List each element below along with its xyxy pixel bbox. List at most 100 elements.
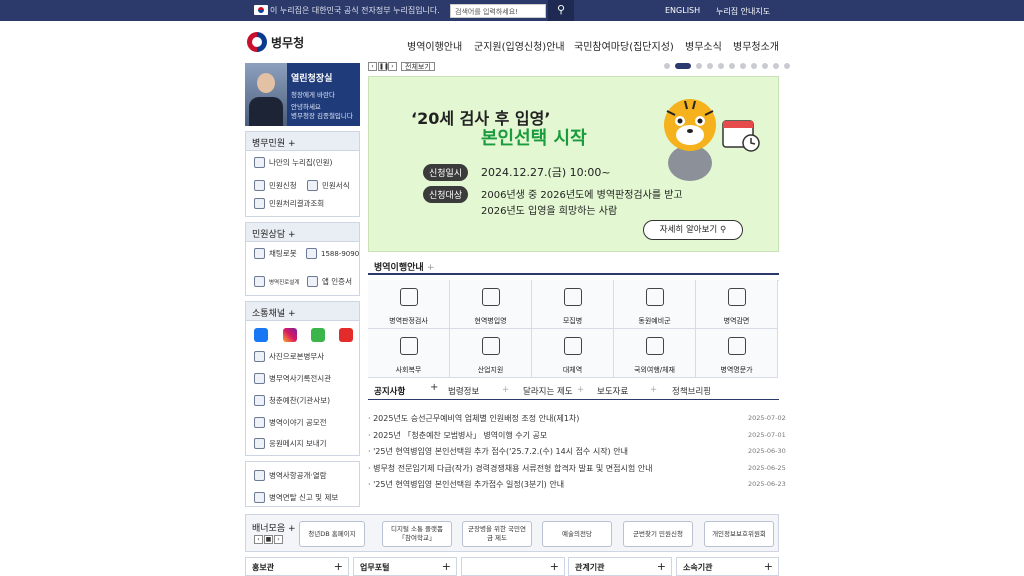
- slide-dot[interactable]: [696, 63, 702, 69]
- banner-item[interactable]: 디지털 소통 플랫폼 「참여학교」: [382, 521, 452, 547]
- service-grid-item[interactable]: 대체역: [532, 329, 614, 378]
- footer-group-related[interactable]: 관계기관 +: [568, 557, 672, 576]
- tab-press[interactable]: 보도자료: [597, 385, 628, 397]
- photo-history-link[interactable]: 사진으로본병무사: [254, 351, 324, 362]
- forms-link[interactable]: 민원서식: [307, 180, 350, 191]
- footer-group-misc[interactable]: +: [461, 557, 565, 576]
- service-grid-item[interactable]: 국외여행/체재: [614, 329, 696, 378]
- slide-dot[interactable]: [784, 63, 790, 69]
- career-link[interactable]: 병역진로설계: [254, 276, 299, 287]
- main-banner[interactable]: ‘20세 검사 후 입영’ 본인선택 시작 신청일시 2024.12.27.(금…: [368, 76, 779, 252]
- tab-policy[interactable]: 정책브리핑: [672, 385, 711, 397]
- ceo-request-link[interactable]: 청장에게 바란다: [291, 89, 335, 99]
- notice-item[interactable]: · '25년 현역병입영 본인선택원 추가접수 일정(3분기) 안내: [368, 479, 564, 490]
- service-grid-item[interactable]: 병역감면: [696, 280, 778, 329]
- apply-link[interactable]: 민원신청: [254, 180, 297, 191]
- service-grid-item[interactable]: 동원예비군: [614, 280, 696, 329]
- document-icon: [254, 180, 265, 191]
- blog-icon[interactable]: [311, 328, 325, 342]
- gov-topbar: 이 누리집은 대한민국 공식 전자정부 누리집입니다. 검색어를 입력하세요! …: [0, 0, 1024, 21]
- slide-dot[interactable]: [718, 63, 724, 69]
- search-input[interactable]: 검색어를 입력하세요!: [450, 4, 546, 18]
- channel-more-icon[interactable]: +: [288, 309, 296, 319]
- soldier-icon: [564, 288, 582, 306]
- english-link[interactable]: ENGLISH: [665, 6, 700, 15]
- cheer-message-link[interactable]: 응원메시지 보내기: [254, 438, 327, 449]
- tab-law[interactable]: 법령정보: [448, 385, 479, 397]
- service-grid-item[interactable]: 현역병입영: [450, 280, 532, 329]
- magazine-link[interactable]: 청춘예찬(기관사보): [254, 395, 330, 406]
- footer-group-pr[interactable]: 홍보관 +: [245, 557, 349, 576]
- phone-link[interactable]: 1588-9090: [306, 248, 359, 259]
- slide-dot[interactable]: [675, 63, 691, 69]
- uniform-icon: [482, 288, 500, 306]
- consult-title: 민원상담: [252, 230, 286, 240]
- tab-changes[interactable]: 달라지는 제도: [523, 385, 573, 397]
- prev-slide-button[interactable]: ‹: [368, 62, 377, 71]
- banner-prev-button[interactable]: ‹: [254, 535, 263, 544]
- slide-dot[interactable]: [751, 63, 757, 69]
- result-link[interactable]: 민원처리결과조회: [254, 198, 324, 209]
- banner-date: 2024.12.27.(금) 10:00~: [481, 166, 611, 179]
- civil-more-icon[interactable]: +: [288, 139, 296, 149]
- service-grid-item[interactable]: 산업지원: [450, 329, 532, 378]
- banner-more-button[interactable]: 자세히 알아보기 ⚲: [643, 220, 743, 240]
- footer-group-affiliated[interactable]: 소속기관 +: [676, 557, 779, 576]
- slide-dot[interactable]: [773, 63, 779, 69]
- notice-item[interactable]: · 2025년 「청춘예찬 모범병사」 병역이행 수기 공모: [368, 430, 547, 441]
- gnb-item-about[interactable]: 병무청소개: [733, 38, 779, 53]
- tab-changes-plus[interactable]: +: [577, 385, 584, 395]
- tab-press-plus[interactable]: +: [650, 385, 657, 395]
- service-grid-item[interactable]: 사회복무: [368, 329, 450, 378]
- chatbot-link[interactable]: 채팅로봇: [254, 248, 297, 259]
- gnb-item-enlist[interactable]: 군지원(입영신청)안내: [474, 38, 565, 53]
- slide-dot[interactable]: [664, 63, 670, 69]
- service-grid-item[interactable]: 병역명문가: [696, 329, 778, 378]
- banner-item[interactable]: 군장병을 위한 국민연금 제도: [462, 521, 532, 547]
- my-page-link[interactable]: 나만의 누리집(민원): [254, 157, 332, 168]
- tab-notice-plus[interactable]: +: [430, 382, 438, 393]
- banner-item[interactable]: 예술의전당: [542, 521, 612, 547]
- tab-law-plus[interactable]: +: [502, 385, 509, 395]
- view-all-button[interactable]: 전체보기: [401, 62, 435, 71]
- footer-group-portal[interactable]: 업무포털 +: [353, 557, 457, 576]
- slide-dot[interactable]: [729, 63, 735, 69]
- facebook-icon[interactable]: [254, 328, 268, 342]
- gnb-item-service[interactable]: 병역이행안내: [407, 38, 462, 53]
- app-cert-link[interactable]: 앱 인증서: [307, 276, 352, 287]
- search-icon[interactable]: ⚲: [548, 0, 574, 21]
- gnb-item-participation[interactable]: 국민참여마당(집단지성): [574, 38, 674, 53]
- gnb-item-news[interactable]: 병무소식: [685, 38, 722, 53]
- slide-dot[interactable]: [707, 63, 713, 69]
- banner-item[interactable]: 군번찾기 민원신청: [623, 521, 693, 547]
- banner-next-button[interactable]: ›: [274, 535, 283, 544]
- notice-item[interactable]: · '25년 현역병입영 본인선택원 추가 접수('25.7.2.(수) 14시…: [368, 446, 628, 457]
- history-hall-link[interactable]: 병무역사기록전시관: [254, 373, 331, 384]
- banner-stop-button[interactable]: ■: [264, 535, 273, 544]
- consult-more-icon[interactable]: +: [288, 230, 296, 240]
- site-logo[interactable]: 병무청: [247, 32, 304, 52]
- gov-notice[interactable]: 이 누리집은 대한민국 공식 전자정부 누리집입니다.: [270, 5, 440, 16]
- report-link[interactable]: 병역면탈 신고 및 제보: [254, 492, 338, 503]
- story-contest-link[interactable]: 병역이야기 공모전: [254, 417, 327, 428]
- instagram-icon[interactable]: [283, 328, 297, 342]
- disclosure-link[interactable]: 병역사항공개·열람: [254, 470, 327, 481]
- notice-item[interactable]: · 병무청 전문임기제 다급(작가) 경력경쟁채용 서류전형 합격자 발표 및 …: [368, 463, 652, 474]
- youtube-icon[interactable]: [339, 328, 353, 342]
- service-grid-item[interactable]: 병역판정검사: [368, 280, 450, 329]
- service-grid-label: 산업지원: [477, 366, 504, 374]
- slide-dot[interactable]: [762, 63, 768, 69]
- notice-item[interactable]: · 2025년도 승선근무예비역 업체별 인원배정 조정 안내(제1차): [368, 413, 579, 424]
- slide-dot[interactable]: [740, 63, 746, 69]
- banner-item[interactable]: 청년DB 홈페이지: [299, 521, 365, 547]
- family-icon: [728, 337, 746, 355]
- ceo-box[interactable]: 열린청장실 청장에게 바란다 안녕하세요 병무청장 김종철입니다: [245, 63, 360, 126]
- sitemap-link[interactable]: 누리집 안내지도: [716, 6, 770, 17]
- pause-slide-button[interactable]: ❚❚: [378, 62, 389, 71]
- service-grid-item[interactable]: 모집병: [532, 280, 614, 329]
- guide-divider: [368, 273, 779, 275]
- next-slide-button[interactable]: ›: [388, 62, 397, 71]
- banner-item[interactable]: 개인정보보호위원회: [704, 521, 774, 547]
- service-grid-label: 병역명문가: [720, 366, 753, 374]
- tab-notice[interactable]: 공지사항: [374, 385, 405, 397]
